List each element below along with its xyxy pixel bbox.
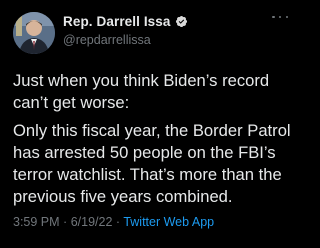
tweet-metadata: 3:59 PM · 6/19/22 · Twitter Web App — [13, 215, 214, 229]
tweet-text: Just when you think Biden’s record can’t… — [13, 70, 297, 208]
tweet-line: Just when you think Biden’s record — [13, 71, 270, 90]
author-name-row: Rep. Darrell Issa — [63, 14, 188, 29]
tweet-card: Rep. Darrell Issa @repdarrellissa Just w… — [0, 0, 300, 248]
tweet-line: previous five years combined. — [13, 187, 233, 206]
more-dot — [285, 15, 288, 19]
avatar[interactable] — [13, 12, 55, 54]
tweet-date[interactable]: 6/19/22 — [71, 215, 113, 229]
tweet-line: has arrested 50 people on the FBI’s — [13, 143, 276, 162]
meta-separator: · — [115, 215, 121, 229]
meta-separator: · — [63, 215, 68, 229]
more-options-icon[interactable] — [272, 12, 288, 22]
tweet-line: terror watchlist. That’s more than the — [13, 165, 282, 184]
profile-photo-icon — [13, 12, 55, 54]
more-dot — [272, 15, 275, 19]
tweet-paragraph: Just when you think Biden’s record can’t… — [13, 70, 297, 114]
tweet-line: can’t get worse: — [13, 93, 130, 112]
tweet-time[interactable]: 3:59 PM — [13, 215, 60, 229]
tweet-paragraph: Only this fiscal year, the Border Patrol… — [13, 120, 297, 208]
tweet-source-link[interactable]: Twitter Web App — [123, 215, 214, 229]
more-dot — [278, 15, 282, 19]
author-handle[interactable]: @repdarrellissa — [63, 33, 151, 47]
verified-badge-icon — [175, 15, 188, 28]
author-display-name[interactable]: Rep. Darrell Issa — [63, 14, 171, 29]
tweet-line: Only this fiscal year, the Border Patrol — [13, 121, 291, 140]
